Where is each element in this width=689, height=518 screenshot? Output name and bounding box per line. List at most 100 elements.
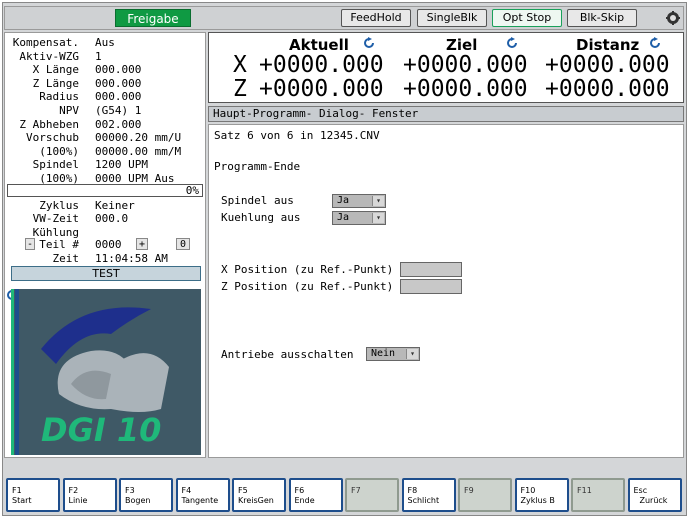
satz-info: Satz 6 von 6 in 12345.CNV [214, 129, 380, 142]
antriebe-select[interactable]: Nein ▾ [366, 347, 420, 361]
fkey-esc[interactable]: Esc Zurück [627, 478, 682, 512]
fkey-label: Ende [294, 496, 315, 505]
fkey-f5[interactable]: F5 KreisGen [232, 478, 286, 512]
status-row-label: X Länge [32, 63, 79, 77]
fkey-f7[interactable]: F7 [345, 478, 399, 512]
status-row: Aktiv-WZG 1 [5, 50, 205, 63]
logo-text: DGI 10 [41, 411, 161, 449]
test-button[interactable]: TEST [11, 266, 201, 281]
fkey-f9[interactable]: F9 [458, 478, 512, 512]
x-position-input[interactable] [400, 262, 462, 277]
fkey-f8[interactable]: F8 Schlicht [401, 478, 456, 512]
status-row-value: 000.000 [95, 63, 142, 77]
status-row-label: Zyklus [39, 199, 79, 212]
fkey-f3[interactable]: F3 Bogen [119, 478, 173, 512]
status-row-label: (100%) [39, 144, 79, 158]
fkey-code: F2 [68, 486, 79, 495]
status-row-label: Kühlung [32, 225, 79, 239]
teil-label: Teil # [39, 238, 79, 251]
zeit-label: Zeit [52, 252, 80, 265]
status-row: Z Länge 000.000 [5, 77, 205, 90]
fkey-label: KreisGen [238, 496, 274, 505]
fkey-label: Zurück [639, 496, 668, 505]
x-axis-label: X [233, 52, 247, 78]
blk-skip-button[interactable]: Blk-Skip [567, 9, 637, 27]
fkey-code: F4 [181, 486, 192, 495]
x-ziel-value: +0000.000 [403, 52, 528, 78]
top-status-bar: Freigabe FeedHold SingleBlk Opt Stop Blk… [4, 6, 684, 30]
status-row-value: (G54) 1 [95, 104, 142, 117]
spindel-aus-select[interactable]: Ja ▾ [332, 194, 386, 208]
fkey-label: Linie [68, 496, 88, 505]
status-row-value: 000.000 [95, 76, 142, 90]
x-distanz-value: +0000.000 [545, 52, 670, 78]
status-row-value: Keiner [95, 199, 135, 212]
status-row-value: 002.000 [95, 117, 142, 131]
status-row-label: Kompensat. [12, 36, 79, 49]
status-row-label: Spindel [32, 158, 79, 172]
fkey-label: Zyklus B [520, 496, 555, 505]
fkey-label: Tangente [181, 496, 219, 505]
status-row: Zyklus Keiner [5, 199, 205, 212]
teil-reset-button[interactable]: 0 [176, 238, 190, 250]
teil-plus-button[interactable]: + [136, 238, 148, 250]
status-row: X Länge 000.000 [5, 63, 205, 76]
progress-percent: 0% [185, 184, 199, 197]
logo-graphic: DGI 10 [11, 289, 169, 455]
status-row-label: Aktiv-WZG [19, 49, 79, 63]
status-row-label: Vorschub [26, 131, 79, 145]
status-row-value: 1 [95, 49, 102, 63]
opt-stop-button[interactable]: Opt Stop [492, 9, 562, 27]
z-aktuell-value: +0000.000 [259, 76, 384, 102]
status-row: Kühlung [5, 226, 205, 239]
singleblk-button[interactable]: SingleBlk [417, 9, 487, 27]
antriebe-label: Antriebe ausschalten [221, 348, 354, 361]
fkey-f2[interactable]: F2 Linie [62, 478, 117, 512]
status-row: Vorschub 00000.20 mm/U [5, 131, 205, 144]
position-display: Aktuell Ziel Distanz X +0000.000 +0000.0… [208, 32, 684, 103]
x-position-label: X Position (zu Ref.-Punkt) [221, 263, 394, 276]
status-row-value: Aus [95, 36, 115, 49]
status-row-value: 00000.00 mm/M [95, 144, 182, 158]
status-row-value: 00000.20 mm/U [95, 131, 182, 145]
fkey-code: F7 [351, 486, 361, 495]
kuehlung-aus-value: Ja [337, 212, 350, 223]
z-axis-label: Z [233, 76, 247, 102]
fkey-code: Esc [633, 486, 648, 495]
antriebe-value: Nein [371, 348, 396, 359]
fkey-f4[interactable]: F4 Tangente [175, 478, 230, 512]
status-row-label: NPV [59, 104, 79, 117]
status-row-value: 000.000 [95, 90, 142, 104]
fkey-code: F6 [294, 486, 305, 495]
status-row-value: 000.0 [95, 212, 129, 226]
fkey-code: F9 [464, 486, 474, 495]
fkey-label: Bogen [125, 496, 151, 505]
dialog-title: Programm-Ende [214, 160, 301, 173]
z-ziel-value: +0000.000 [403, 76, 528, 102]
settings-icon[interactable] [665, 10, 681, 26]
fkey-f6[interactable]: F6 Ende [288, 478, 343, 512]
distanz-refresh-icon[interactable] [649, 37, 661, 49]
fkey-label: Schlicht [407, 496, 440, 505]
status-row-label: Z Abheben [19, 117, 79, 131]
dialog-header: Haupt-Programm- Dialog- Fenster [208, 106, 684, 122]
fkey-code: F3 [125, 486, 135, 495]
spindel-aus-value: Ja [337, 195, 350, 206]
teil-value: 0000 [95, 238, 122, 251]
x-aktuell-value: +0000.000 [259, 52, 384, 78]
ziel-refresh-icon[interactable] [506, 37, 518, 49]
fkey-f1[interactable]: F1 Start [6, 478, 60, 512]
fkey-f10[interactable]: F10 Zyklus B [514, 478, 569, 512]
fkey-f11[interactable]: F11 [571, 478, 625, 512]
status-row-label: VW-Zeit [32, 212, 79, 226]
z-position-input[interactable] [400, 279, 462, 294]
function-key-bar: F1 Start F2 Linie F3 Bogen F4 Tangente F5 KreisGe… [4, 478, 684, 514]
feedhold-button[interactable]: FeedHold [341, 9, 411, 27]
kuehlung-aus-select[interactable]: Ja ▾ [332, 211, 386, 225]
status-row: (100%) 00000.00 mm/M [5, 145, 205, 158]
kuehlung-aus-label: Kuehlung aus [221, 211, 301, 224]
spindel-aus-label: Spindel aus [221, 194, 294, 207]
teil-row: Teil # 0000 [5, 238, 205, 251]
aktuell-refresh-icon[interactable] [363, 37, 375, 49]
status-row: Spindel 1200 UPM [5, 158, 205, 171]
